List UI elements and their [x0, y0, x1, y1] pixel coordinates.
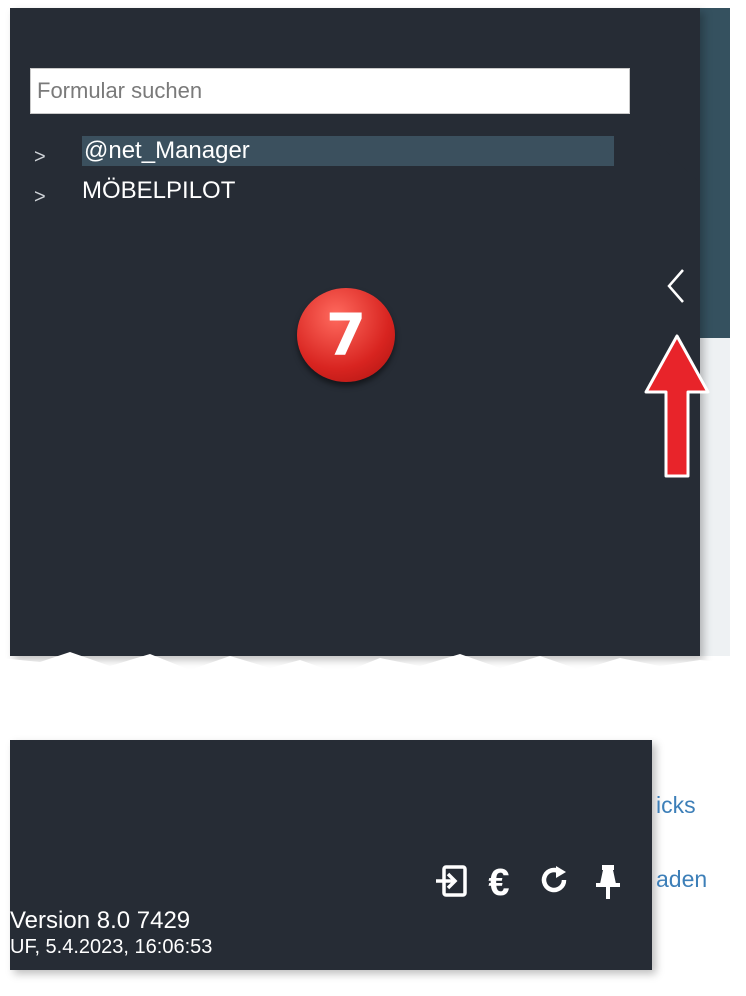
- sign-in-icon[interactable]: [432, 864, 470, 902]
- tree-item-moebelpilot[interactable]: > MÖBELPILOT: [30, 176, 612, 208]
- euro-icon[interactable]: €: [478, 864, 520, 902]
- chevron-left-icon: [667, 269, 684, 303]
- app-link[interactable]: icks: [656, 792, 696, 819]
- app-link[interactable]: aden: [656, 866, 707, 893]
- step-number-badge: 7: [297, 288, 395, 382]
- search-input[interactable]: [30, 68, 630, 114]
- build-info: UF, 5.4.2023, 16:06:53: [10, 936, 213, 958]
- version-label: Version 8.0 7429: [10, 907, 191, 934]
- tree-item-label: MÖBELPILOT: [82, 177, 236, 204]
- refresh-icon[interactable]: [535, 864, 573, 902]
- tree-item-label: @net_Manager: [82, 136, 614, 166]
- chevron-right-icon[interactable]: >: [34, 142, 46, 172]
- chevron-right-icon[interactable]: >: [34, 182, 46, 212]
- tree-item-net-manager[interactable]: > @net_Manager: [30, 136, 614, 168]
- pin-icon[interactable]: [592, 864, 624, 902]
- collapse-panel-button[interactable]: [656, 256, 696, 316]
- annotation-arrow: [644, 334, 710, 478]
